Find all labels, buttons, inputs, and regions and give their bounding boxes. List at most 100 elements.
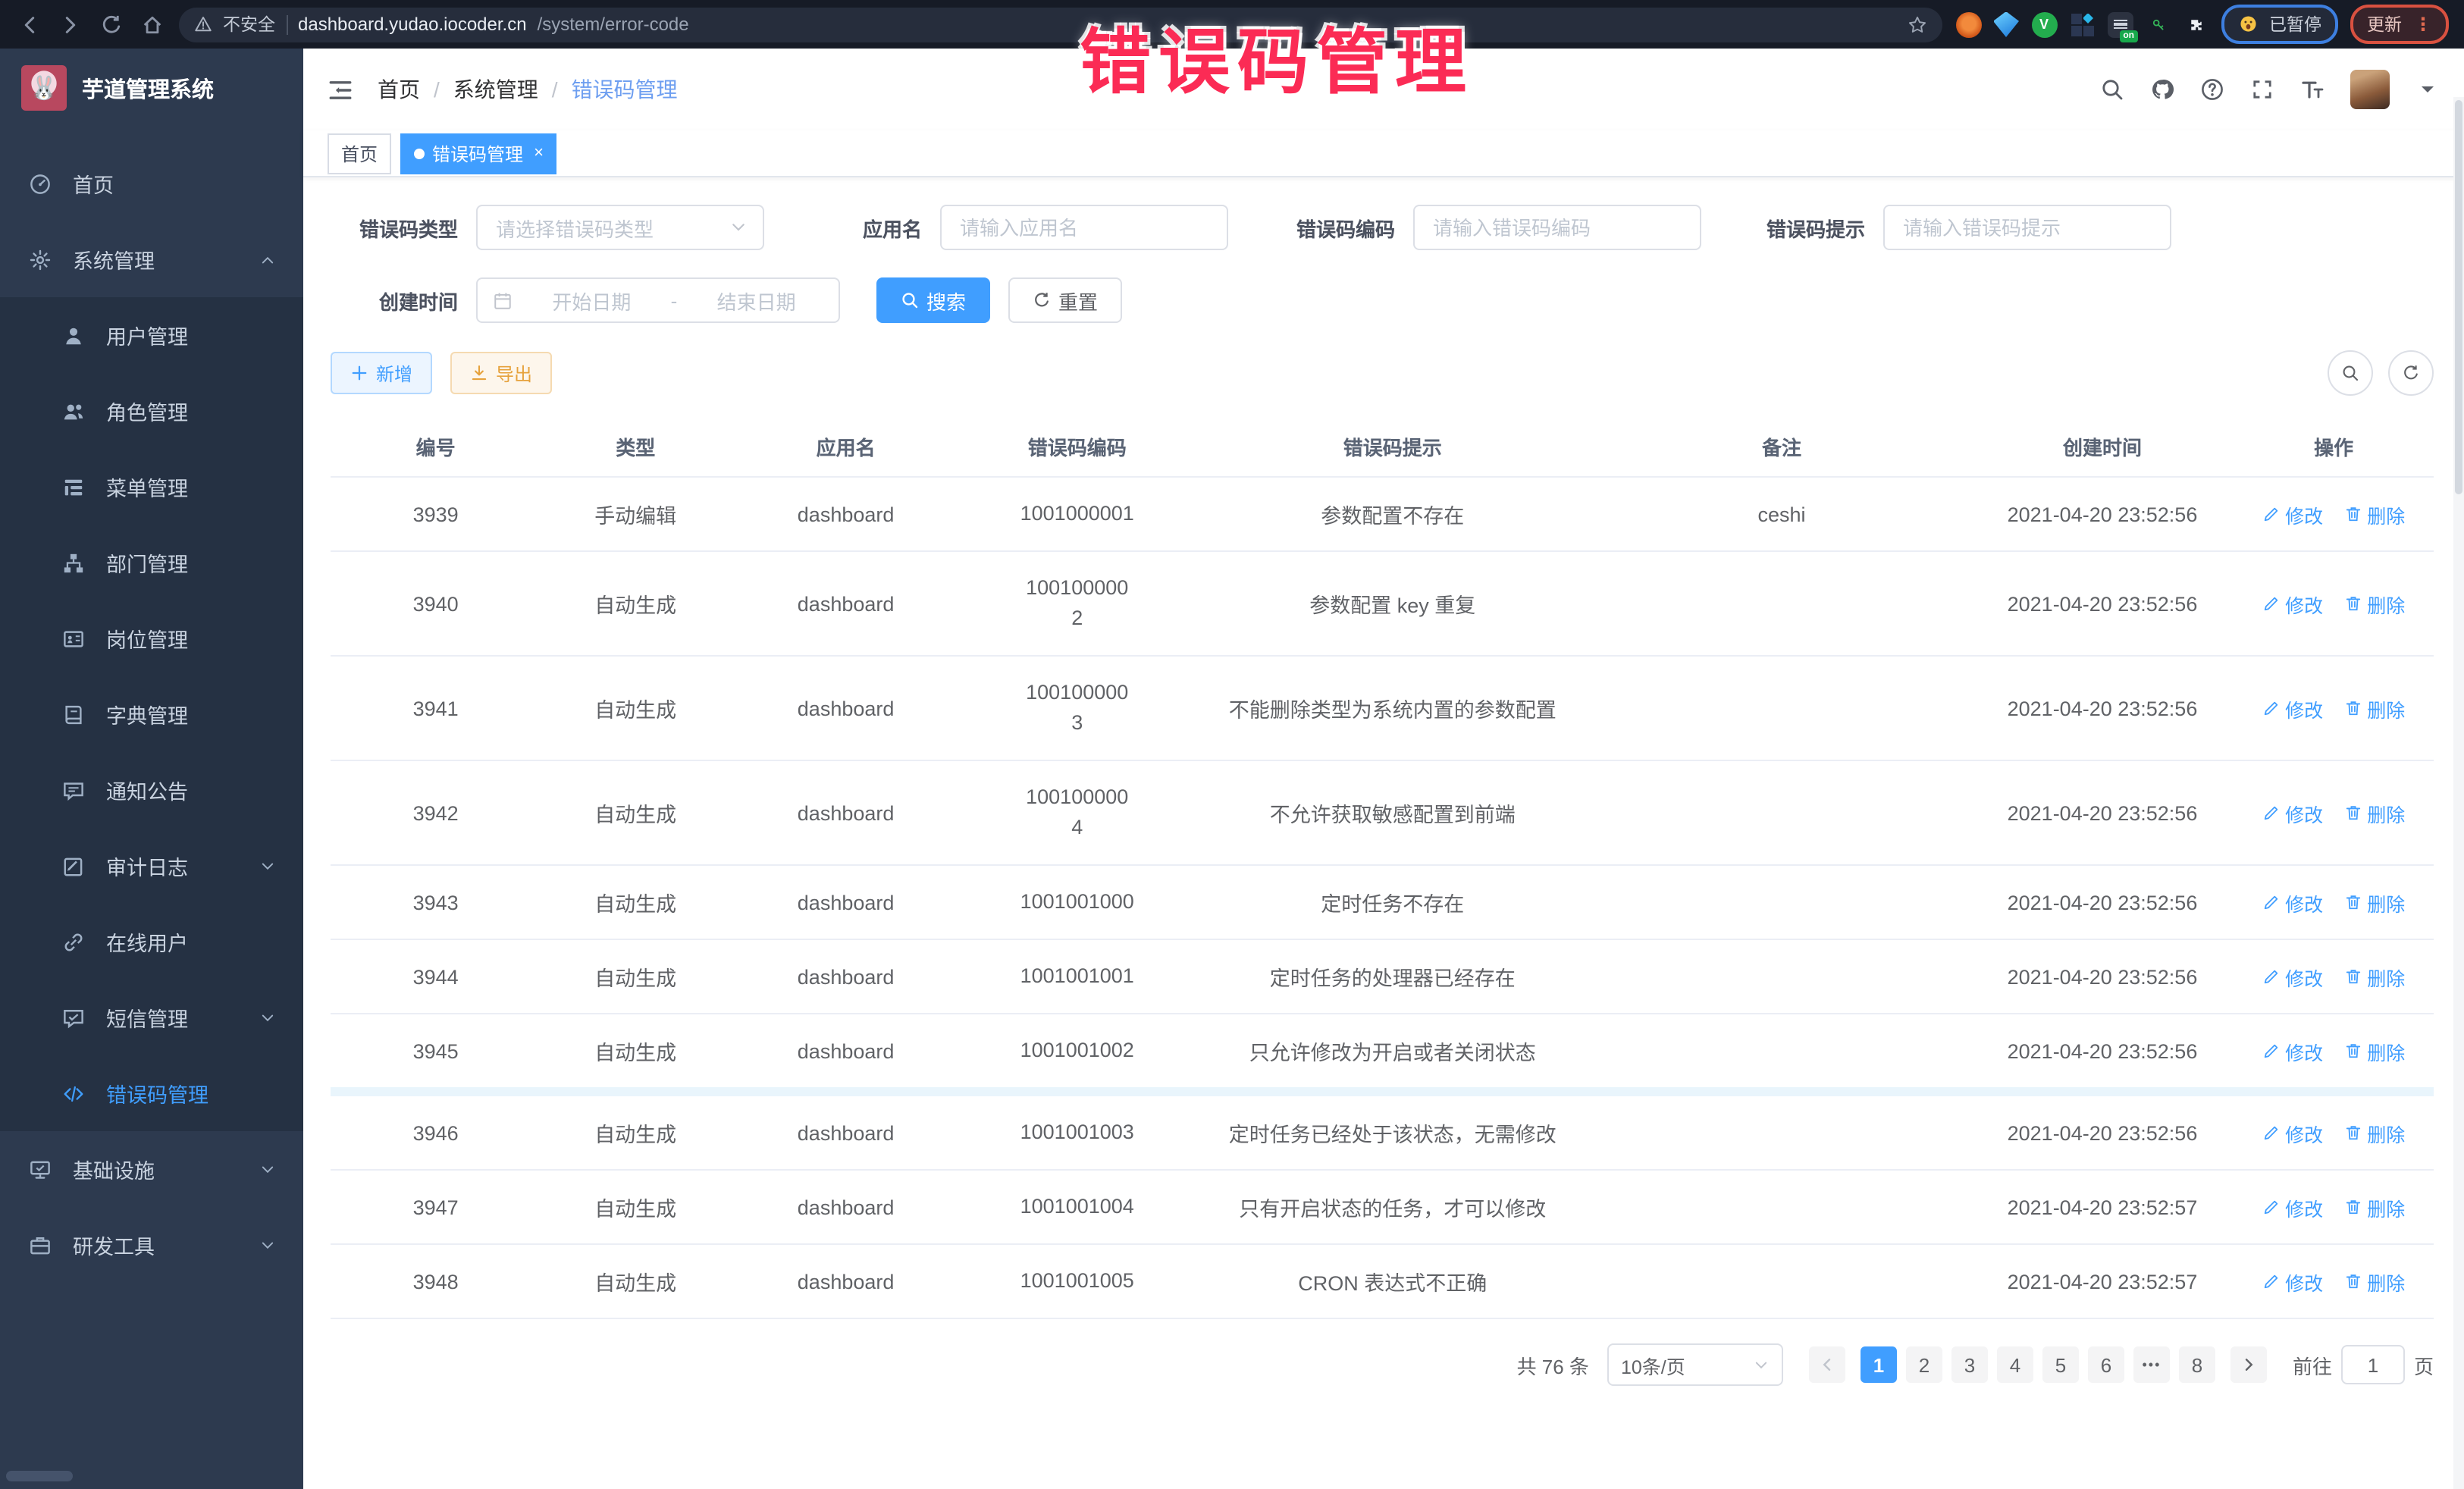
next-page-button[interactable] — [2230, 1346, 2267, 1383]
extensions-puzzle-icon[interactable] — [2183, 11, 2209, 37]
delete-link[interactable]: 删除 — [2344, 962, 2405, 991]
sidebar-item-通知公告[interactable]: 通知公告 — [0, 752, 303, 828]
page-button-6[interactable]: 6 — [2088, 1346, 2124, 1383]
table-row[interactable]: 3947自动生成dashboard1001001004只有开启状态的任务，才可以… — [331, 1170, 2434, 1244]
help-icon[interactable] — [2200, 77, 2224, 102]
table-row[interactable]: 3945自动生成dashboard1001001002只允许修改为开启或者关闭状… — [331, 1014, 2434, 1092]
delete-link[interactable]: 删除 — [2344, 1193, 2405, 1221]
sidebar-item-菜单管理[interactable]: 菜单管理 — [0, 449, 303, 525]
extension-tiles-icon[interactable] — [2069, 11, 2095, 37]
edit-link[interactable]: 修改 — [2262, 1036, 2323, 1065]
sidebar-item-字典管理[interactable]: 字典管理 — [0, 676, 303, 752]
reset-button[interactable]: 重置 — [1008, 277, 1122, 323]
end-date-placeholder[interactable]: 结束日期 — [689, 286, 823, 315]
page-button-5[interactable]: 5 — [2042, 1346, 2079, 1383]
page-button-1[interactable]: 1 — [1861, 1346, 1897, 1383]
extension-orange-icon[interactable] — [1955, 11, 1981, 37]
breadcrumb-system[interactable]: 系统管理 — [453, 74, 538, 105]
sidebar-item-部门管理[interactable]: 部门管理 — [0, 525, 303, 600]
browser-forward-icon[interactable] — [56, 11, 83, 38]
table-row[interactable]: 3944自动生成dashboard1001001001定时任务的处理器已经存在2… — [331, 939, 2434, 1014]
fullscreen-icon[interactable] — [2250, 77, 2274, 102]
edit-link[interactable]: 修改 — [2262, 1118, 2323, 1147]
edit-link[interactable]: 修改 — [2262, 694, 2323, 723]
tag-error-code[interactable]: 错误码管理 × — [400, 133, 557, 174]
extension-list-icon[interactable]: on — [2107, 11, 2133, 37]
page-button-4[interactable]: 4 — [1997, 1346, 2033, 1383]
sidebar-item-研发工具[interactable]: 研发工具 — [0, 1207, 303, 1283]
sidebar-item-系统管理[interactable]: 系统管理 — [0, 221, 303, 297]
delete-link[interactable]: 删除 — [2344, 694, 2405, 723]
page-ellipsis[interactable]: ••• — [2133, 1346, 2170, 1383]
sidebar-item-角色管理[interactable]: 角色管理 — [0, 373, 303, 449]
sidebar-item-审计日志[interactable]: 审计日志 — [0, 828, 303, 904]
edit-link[interactable]: 修改 — [2262, 1267, 2323, 1296]
address-bar[interactable]: 不安全 dashboard.yudao.iocoder.cn/system/er… — [179, 7, 1942, 42]
font-size-icon[interactable] — [2300, 77, 2324, 102]
table-row[interactable]: 3942自动生成dashboard100100000 4不允许获取敏感配置到前端… — [331, 760, 2434, 865]
sidebar-item-错误码管理[interactable]: 错误码管理 — [0, 1055, 303, 1131]
add-button[interactable]: 新增 — [331, 352, 432, 394]
refresh-table-button[interactable] — [2388, 350, 2434, 396]
avatar-caret-icon[interactable] — [2415, 77, 2440, 102]
error-type-select[interactable]: 请选择错误码类型 — [476, 205, 764, 250]
github-icon[interactable] — [2150, 77, 2174, 102]
edit-link[interactable]: 修改 — [2262, 798, 2323, 827]
edit-link[interactable]: 修改 — [2262, 1193, 2323, 1221]
table-row[interactable]: 3948自动生成dashboard1001001005CRON 表达式不正确20… — [331, 1244, 2434, 1318]
tag-home[interactable]: 首页 — [328, 133, 391, 174]
page-button-8[interactable]: 8 — [2179, 1346, 2215, 1383]
edit-link[interactable]: 修改 — [2262, 962, 2323, 991]
delete-link[interactable]: 删除 — [2344, 1267, 2405, 1296]
bookmark-star-icon[interactable] — [1907, 14, 1926, 34]
table-row[interactable]: 3946自动生成dashboard1001001003定时任务已经处于该状态，无… — [331, 1092, 2434, 1170]
sidebar-item-岗位管理[interactable]: 岗位管理 — [0, 600, 303, 676]
table-row[interactable]: 3941自动生成dashboard100100000 3不能删除类型为系统内置的… — [331, 656, 2434, 760]
error-hint-input[interactable] — [1885, 216, 2170, 239]
tag-close-icon[interactable]: × — [534, 144, 544, 162]
date-range-picker[interactable]: 开始日期 - 结束日期 — [476, 277, 840, 323]
search-icon[interactable] — [2100, 77, 2124, 102]
sidebar-item-短信管理[interactable]: 短信管理 — [0, 980, 303, 1055]
page-scrollbar-thumb[interactable] — [2455, 100, 2462, 494]
search-button[interactable]: 搜索 — [876, 277, 990, 323]
edit-link[interactable]: 修改 — [2262, 888, 2323, 917]
prev-page-button[interactable] — [1809, 1346, 1845, 1383]
app-name-input[interactable] — [942, 216, 1227, 239]
page-button-2[interactable]: 2 — [1906, 1346, 1942, 1383]
browser-home-icon[interactable] — [138, 11, 165, 38]
table-row[interactable]: 3939手动编辑dashboard1001000001参数配置不存在ceshi2… — [331, 477, 2434, 551]
sidebar-item-基础设施[interactable]: 基础设施 — [0, 1131, 303, 1207]
breadcrumb-home[interactable]: 首页 — [378, 74, 420, 105]
page-button-3[interactable]: 3 — [1951, 1346, 1988, 1383]
sidebar-item-用户管理[interactable]: 用户管理 — [0, 297, 303, 373]
browser-update-button[interactable]: 更新 ⋮ — [2350, 5, 2449, 44]
extension-green-icon[interactable]: V — [2031, 11, 2057, 37]
page-scrollbar[interactable] — [2453, 97, 2464, 1489]
sidebar-toggle-icon[interactable] — [328, 77, 353, 102]
browser-menu-icon[interactable]: ⋮ — [2414, 14, 2432, 35]
extension-gem-icon[interactable] — [1993, 11, 2019, 37]
start-date-placeholder[interactable]: 开始日期 — [525, 286, 659, 315]
edit-link[interactable]: 修改 — [2262, 500, 2323, 528]
table-row[interactable]: 3943自动生成dashboard1001001000定时任务不存在2021-0… — [331, 865, 2434, 939]
browser-reload-icon[interactable] — [97, 11, 124, 38]
sidebar-item-在线用户[interactable]: 在线用户 — [0, 904, 303, 980]
goto-page-input[interactable] — [2341, 1345, 2405, 1384]
sidebar-item-首页[interactable]: 首页 — [0, 146, 303, 221]
page-size-select[interactable]: 10条/页 — [1607, 1343, 1783, 1386]
browser-back-icon[interactable] — [15, 11, 42, 38]
extension-key-icon[interactable] — [2145, 11, 2171, 37]
profile-paused-badge[interactable]: 已暂停 — [2221, 5, 2338, 44]
security-label[interactable]: 不安全 — [223, 12, 275, 36]
sidebar-scrollbar[interactable] — [6, 1471, 73, 1481]
security-warning-icon[interactable] — [194, 15, 212, 33]
delete-link[interactable]: 删除 — [2344, 589, 2405, 618]
export-button[interactable]: 导出 — [450, 352, 552, 394]
app-logo-row[interactable]: 🐰 芋道管理系统 — [0, 49, 303, 127]
delete-link[interactable]: 删除 — [2344, 888, 2405, 917]
delete-link[interactable]: 删除 — [2344, 500, 2405, 528]
user-avatar[interactable] — [2350, 70, 2390, 109]
edit-link[interactable]: 修改 — [2262, 589, 2323, 618]
toggle-search-button[interactable] — [2328, 350, 2373, 396]
